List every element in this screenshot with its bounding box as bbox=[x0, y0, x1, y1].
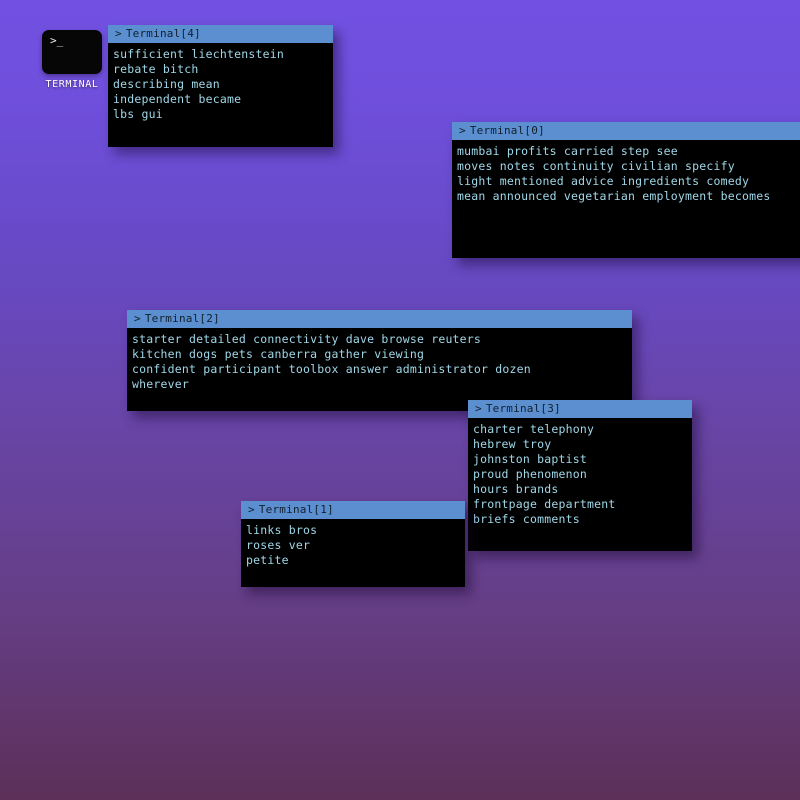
terminal-line: kitchen dogs pets canberra gather viewin… bbox=[132, 347, 425, 361]
titlebar-terminal-4[interactable]: > Terminal[4] bbox=[108, 25, 333, 43]
terminal-line: independent became bbox=[113, 92, 242, 106]
terminal-line: sufficient liechtenstein bbox=[113, 47, 284, 61]
titlebar-terminal-2[interactable]: > Terminal[2] bbox=[127, 310, 632, 328]
terminal-output-terminal-0[interactable]: mumbai profits carried step see moves not… bbox=[452, 140, 800, 258]
terminal-output-terminal-4[interactable]: sufficient liechtenstein rebate bitch desc… bbox=[108, 43, 333, 147]
terminal-window-terminal-0[interactable]: > Terminal[0] mumbai profits carried step … bbox=[452, 122, 800, 258]
terminal-line: links bros bbox=[246, 523, 318, 537]
terminal-line: light mentioned advice ingredients comed… bbox=[457, 174, 750, 188]
terminal-line: mean announced vegetarian employment bec… bbox=[457, 189, 771, 203]
window-title: Terminal[2] bbox=[144, 312, 220, 325]
terminal-line: confident participant toolbox answer adm… bbox=[132, 362, 531, 376]
terminal-line: charter telephony bbox=[473, 422, 595, 436]
titlebar-terminal-3[interactable]: > Terminal[3] bbox=[468, 400, 692, 418]
terminal-line: wherever bbox=[132, 377, 189, 391]
terminal-line: johnston baptist bbox=[473, 452, 587, 466]
terminal-line: petite bbox=[246, 553, 289, 567]
terminal-output-terminal-2[interactable]: starter detailed connectivity dave brows… bbox=[127, 328, 632, 411]
terminal-line: proud phenomenon bbox=[473, 467, 587, 481]
terminal-line: frontpage department bbox=[473, 497, 616, 511]
window-title: Terminal[3] bbox=[485, 402, 561, 415]
terminal-output-terminal-1[interactable]: links bros roses ver petite bbox=[241, 519, 465, 587]
terminal-line: hebrew troy bbox=[473, 437, 552, 451]
desktop-icon-terminal[interactable]: >_ TERMINAL bbox=[36, 30, 108, 91]
terminal-line: describing mean bbox=[113, 77, 220, 91]
terminal-line: rebate bitch bbox=[113, 62, 199, 76]
terminal-line: briefs comments bbox=[473, 512, 580, 526]
terminal-window-terminal-3[interactable]: > Terminal[3] charter telephony hebrew troy… bbox=[468, 400, 692, 551]
prompt-caret-icon: > bbox=[115, 27, 122, 40]
terminal-window-terminal-1[interactable]: > Terminal[1] links bros roses ver petite bbox=[241, 501, 465, 587]
window-title: Terminal[1] bbox=[258, 503, 334, 516]
prompt-glyph-icon: >_ bbox=[50, 34, 64, 47]
terminal-window-terminal-2[interactable]: > Terminal[2] starter detailed connectivit… bbox=[127, 310, 632, 411]
terminal-line: starter detailed connectivity dave brows… bbox=[132, 332, 482, 346]
window-title: Terminal[4] bbox=[125, 27, 201, 40]
terminal-line: roses ver bbox=[246, 538, 311, 552]
terminal-output-terminal-3[interactable]: charter telephony hebrew troy johnston bap… bbox=[468, 418, 692, 551]
titlebar-terminal-0[interactable]: > Terminal[0] bbox=[452, 122, 800, 140]
desktop-icon-label: TERMINAL bbox=[45, 79, 99, 90]
terminal-line: mumbai profits carried step see bbox=[457, 144, 678, 158]
prompt-caret-icon: > bbox=[459, 124, 466, 137]
prompt-caret-icon: > bbox=[134, 312, 141, 325]
prompt-caret-icon: > bbox=[475, 402, 482, 415]
terminal-window-terminal-4[interactable]: > Terminal[4] sufficient liechtenstein reba… bbox=[108, 25, 333, 147]
terminal-line: lbs gui bbox=[113, 107, 163, 121]
window-title: Terminal[0] bbox=[469, 124, 545, 137]
terminal-line: hours brands bbox=[473, 482, 559, 496]
prompt-caret-icon: > bbox=[248, 503, 255, 516]
titlebar-terminal-1[interactable]: > Terminal[1] bbox=[241, 501, 465, 519]
terminal-icon[interactable]: >_ bbox=[42, 30, 102, 74]
terminal-line: moves notes continuity civilian specify bbox=[457, 159, 735, 173]
